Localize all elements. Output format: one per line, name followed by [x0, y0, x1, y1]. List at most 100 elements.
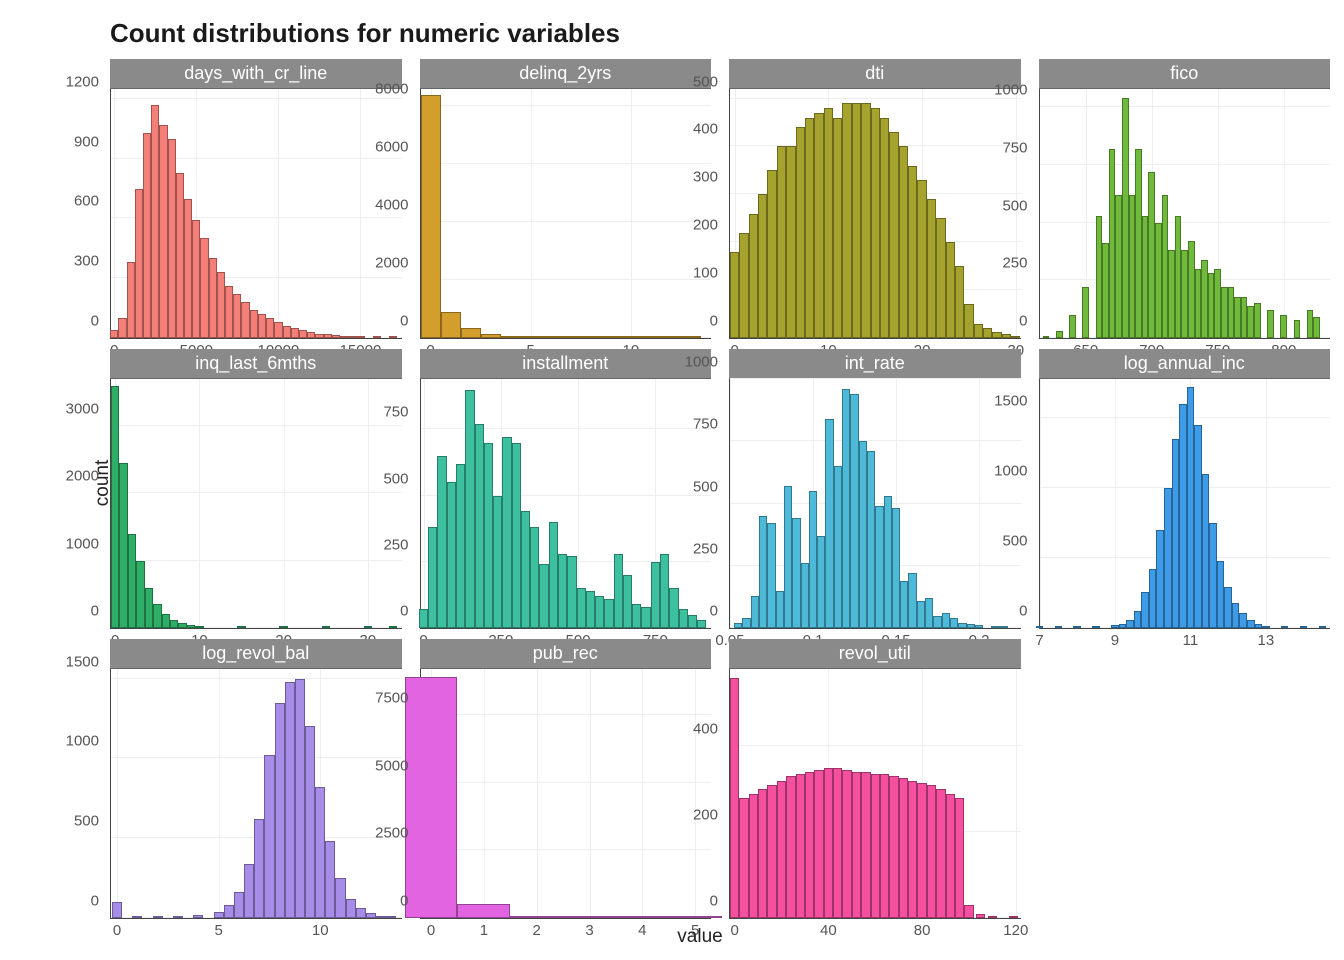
- y-tick-label: 400: [693, 721, 718, 738]
- histogram-bar: [266, 318, 274, 338]
- histogram-bar: [871, 774, 880, 918]
- histogram-bar: [1281, 626, 1289, 628]
- histogram-bar: [1267, 310, 1274, 338]
- histogram-bar: [967, 624, 975, 628]
- panel-pub_rec: pub_rec0250050007500012345: [420, 639, 712, 919]
- histogram-bar: [784, 486, 792, 628]
- histogram-bar: [283, 326, 291, 338]
- histogram-bar: [899, 146, 908, 338]
- plot-area: 0250050007500012345: [420, 669, 712, 919]
- histogram-bar: [908, 166, 917, 338]
- histogram-bar: [1000, 626, 1008, 628]
- y-tick-label: 300: [693, 169, 718, 186]
- histogram-bar: [234, 892, 244, 918]
- histogram-bar: [1181, 250, 1188, 338]
- plot-area: 025050075010000.050.10.150.2: [729, 379, 1021, 629]
- y-tick-label: 200: [693, 807, 718, 824]
- x-axis-label: value: [677, 926, 722, 948]
- histogram-bar: [1142, 216, 1149, 338]
- histogram-bar: [889, 776, 898, 918]
- histogram-bar: [777, 781, 786, 918]
- histogram-bar: [814, 113, 823, 338]
- histogram-bar: [209, 258, 217, 338]
- histogram-bar: [767, 785, 776, 918]
- histogram-bar: [661, 336, 681, 338]
- histogram-bar: [322, 626, 330, 628]
- histogram-bar: [192, 220, 200, 338]
- y-tick-label: 250: [383, 536, 408, 553]
- y-tick-label: 0: [400, 893, 408, 910]
- histogram-bar: [176, 173, 184, 338]
- histogram-bar: [465, 390, 474, 628]
- histogram-bar: [925, 598, 933, 628]
- histogram-bar: [530, 527, 539, 628]
- histogram-bar: [616, 916, 669, 918]
- histogram-bar: [563, 916, 616, 918]
- y-tick-label: 750: [383, 404, 408, 421]
- histogram-bar: [356, 336, 364, 338]
- x-tick-label: 9: [1111, 632, 1119, 649]
- x-tick-label: 4: [638, 922, 646, 939]
- histogram-bar: [604, 599, 613, 628]
- histogram-bar: [958, 623, 966, 628]
- plot-area: 0500100015000510: [110, 669, 402, 919]
- histogram-bar: [315, 787, 325, 918]
- histogram-bar: [170, 620, 178, 628]
- panel-fico: fico02505007501000650700750800: [1039, 59, 1331, 339]
- histogram-bar: [356, 908, 366, 918]
- histogram-bar: [1187, 387, 1195, 628]
- histogram-bar: [900, 581, 908, 628]
- histogram-bar: [1255, 624, 1263, 628]
- histogram-bar: [601, 336, 621, 338]
- histogram-bar: [225, 286, 233, 338]
- histogram-bar: [340, 336, 348, 338]
- histogram-bar: [348, 336, 356, 338]
- histogram-bar: [805, 118, 814, 338]
- histogram-bar: [1011, 336, 1020, 338]
- histogram-bar: [1201, 260, 1208, 338]
- x-tick-label: 0: [731, 922, 739, 939]
- x-tick-label: 13: [1258, 632, 1275, 649]
- histogram-bar: [136, 561, 144, 628]
- chart-title: Count distributions for numeric variable…: [110, 18, 1330, 49]
- histogram-bar: [110, 330, 118, 338]
- histogram-bar: [852, 103, 861, 338]
- y-tick-label: 0: [400, 603, 408, 620]
- panel-delinq_2yrs: delinq_2yrs020004000600080000510: [420, 59, 712, 339]
- histogram-bar: [1092, 626, 1100, 628]
- panel-days_with_cr_line: days_with_cr_line03006009001200050001000…: [110, 59, 402, 339]
- histogram-bar: [373, 336, 381, 338]
- histogram-bar: [1135, 149, 1142, 338]
- histogram-bar: [1126, 620, 1134, 628]
- histogram-bar: [233, 294, 241, 338]
- x-tick-label: 10: [312, 922, 329, 939]
- plot-area: 01002003004005000102030: [729, 89, 1021, 339]
- facet-strip: delinq_2yrs: [420, 59, 712, 89]
- y-tick-label: 1000: [66, 535, 99, 552]
- histogram-bar: [955, 798, 964, 918]
- histogram-bar: [1119, 624, 1127, 628]
- x-tick-label: 7: [1035, 632, 1043, 649]
- histogram-bar: [1280, 315, 1287, 338]
- histogram-bar: [1217, 561, 1225, 628]
- panel-log_annual_inc: log_annual_inc050010001500791113: [1039, 349, 1331, 629]
- y-tick-label: 750: [693, 416, 718, 433]
- histogram-bar: [759, 516, 767, 628]
- histogram-bar: [955, 266, 964, 338]
- plot-area: 02505007501000650700750800: [1039, 89, 1331, 339]
- y-tick-label: 1000: [66, 733, 99, 750]
- x-tick-label: 11: [1183, 632, 1199, 649]
- histogram-bar: [950, 618, 958, 628]
- histogram-bar: [988, 916, 997, 918]
- histogram-bar: [119, 463, 127, 628]
- histogram-bar: [927, 785, 936, 918]
- x-tick-label: 2: [533, 922, 541, 939]
- panel-revol_util: revol_util020040004080120: [729, 639, 1021, 919]
- histogram-bar: [275, 703, 285, 918]
- histogram-bar: [501, 336, 521, 338]
- facet-strip: int_rate: [729, 349, 1021, 379]
- histogram-bar: [502, 437, 511, 628]
- histogram-bar: [833, 118, 842, 338]
- histogram-bar: [1115, 195, 1122, 338]
- y-tick-label: 0: [710, 313, 718, 330]
